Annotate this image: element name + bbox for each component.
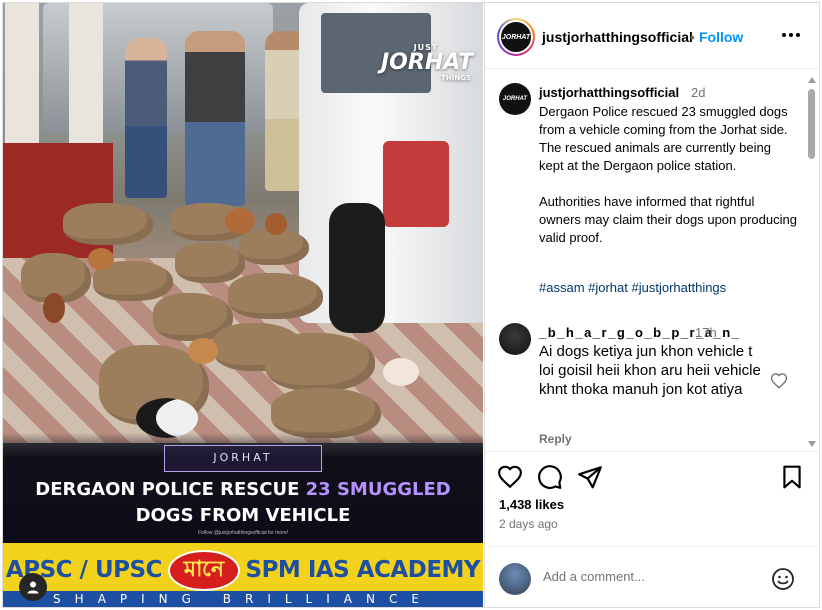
dog-head-image [225, 208, 255, 234]
dog-head-image [383, 358, 419, 386]
dog-head-image [43, 293, 65, 323]
dog-head-image [136, 398, 198, 438]
jeep-taillight-image [383, 141, 449, 227]
likes-count[interactable]: 1,438 likes [499, 497, 564, 512]
separator-dot: • [690, 29, 695, 45]
ad-tagline: SHAPING BRILLIANCE [3, 591, 483, 607]
caption-paragraph: Dergaon Police rescued 23 smuggled dogs … [539, 104, 788, 173]
post-side-panel: JORHAT justjorhatthingsofficial • Follow… [484, 3, 820, 607]
tagged-users-button[interactable] [19, 573, 47, 601]
scroll-down-arrow-icon[interactable] [808, 441, 816, 447]
comments-scroll-area[interactable]: JORHAT justjorhatthingsofficial 2d Derga… [485, 70, 820, 450]
author-avatar[interactable]: JORHAT [497, 18, 535, 56]
person-image [185, 31, 245, 206]
caption-text: Dergaon Police rescued 23 smuggled dogs … [539, 103, 799, 265]
add-comment-input[interactable] [543, 569, 753, 584]
brand-watermark: JUST JORHAT THINGS [381, 43, 474, 82]
post-actions-bar [485, 451, 820, 491]
ad-logo-text: মানে [167, 549, 240, 591]
scrollbar-thumb[interactable] [808, 89, 815, 159]
news-headline: DERGAON POLICE RESCUE 23 SMUGGLED DOGS F… [3, 477, 483, 529]
comment-text: Ai dogs ketiya jun khon vehicle t loi go… [539, 343, 761, 398]
caption-avatar[interactable]: JORHAT [499, 83, 531, 115]
reply-button[interactable]: Reply [539, 432, 572, 446]
dog-head-image [265, 213, 287, 235]
post-media[interactable]: JUST JORHAT THINGS JORHAT DERGAON POLICE… [3, 3, 483, 607]
comment-like-heart-icon[interactable] [770, 372, 788, 390]
share-icon[interactable] [577, 464, 603, 490]
follow-button[interactable]: Follow [699, 29, 743, 45]
user-icon [27, 581, 39, 594]
comment-icon[interactable] [537, 464, 563, 490]
caption-paragraph: Authorities have informed that rightful … [539, 194, 797, 245]
bookmark-icon[interactable] [779, 464, 805, 490]
post-date[interactable]: 2 days ago [499, 517, 558, 531]
dog-head-image [88, 248, 114, 270]
headline-text: DERGAON POLICE RESCUE [35, 479, 306, 500]
comment-timestamp[interactable]: 17h [695, 325, 717, 340]
more-options-icon [782, 33, 800, 37]
headline-line-2: DOGS FROM VEHICLE [135, 505, 351, 526]
scrollbar[interactable] [806, 77, 816, 449]
sack-image [175, 243, 245, 283]
jeep-wheel-image [329, 203, 385, 333]
sack-image [265, 333, 375, 391]
sack-image [63, 203, 153, 245]
sack-image [271, 388, 381, 438]
ad-right-text: SPM IAS ACADEMY [245, 557, 481, 583]
sack-image [228, 273, 323, 319]
commenter-avatar[interactable] [499, 323, 531, 355]
dog-head-image [188, 338, 218, 364]
caption-hashtags[interactable]: #assam #jorhat #justjorhatthings [539, 280, 726, 295]
caption-timestamp[interactable]: 2d [691, 85, 705, 100]
author-avatar-logo: JORHAT [499, 20, 533, 54]
post-photo: JUST JORHAT THINGS [3, 3, 483, 443]
watermark-bottom-text: THINGS [441, 74, 471, 82]
academy-ad-banner: APSC / UPSC মানে SPM IAS ACADEMY SHAPING… [3, 543, 483, 607]
headline-highlight: 23 SMUGGLED [305, 479, 451, 500]
pillar-image [69, 3, 103, 163]
pillar-image [5, 3, 39, 163]
location-tag: JORHAT [164, 445, 322, 472]
follow-credit-text: Follow @justjorhatthingsofficial for mor… [197, 530, 289, 536]
more-options-button[interactable] [779, 23, 803, 47]
emoji-icon[interactable] [771, 567, 795, 591]
caption-username[interactable]: justjorhatthingsofficial [539, 85, 679, 100]
watermark-main-text: JORHAT [381, 50, 474, 75]
person-image [125, 38, 167, 198]
author-username[interactable]: justjorhatthingsofficial [542, 29, 693, 45]
current-user-avatar [499, 563, 531, 595]
scroll-up-arrow-icon[interactable] [808, 77, 816, 83]
add-comment-bar [485, 546, 820, 607]
heart-icon[interactable] [497, 464, 523, 490]
post-header: JORHAT justjorhatthingsofficial • Follow [485, 3, 820, 69]
ad-title-row: APSC / UPSC মানে SPM IAS ACADEMY [3, 549, 483, 591]
